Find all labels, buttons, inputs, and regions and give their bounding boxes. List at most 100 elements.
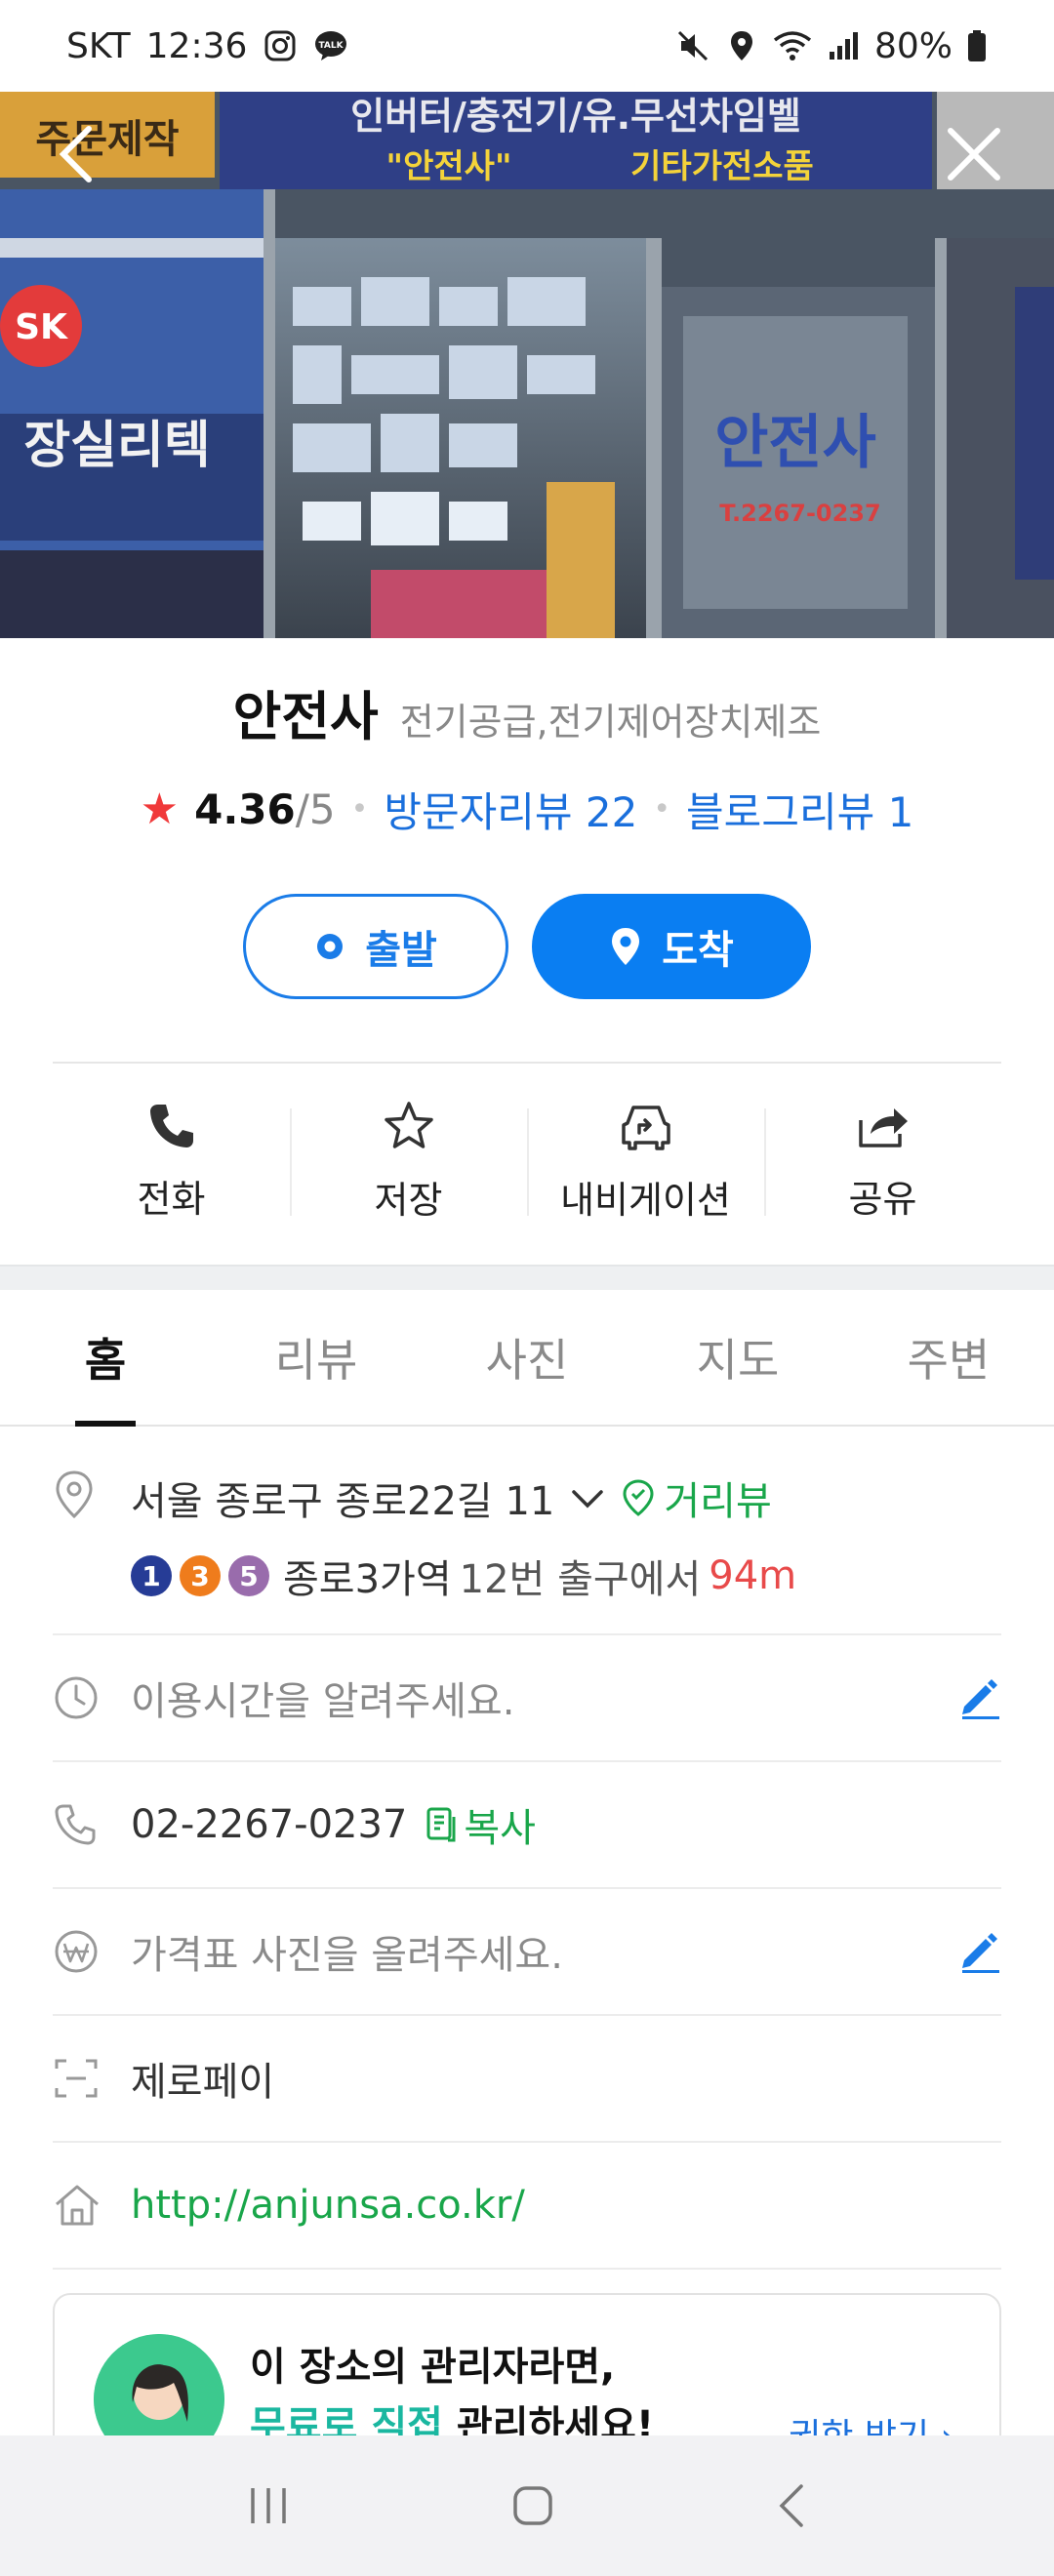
rating-star-icon: ★ xyxy=(140,785,180,834)
share-action[interactable]: 공유 xyxy=(764,1064,1001,1259)
hours-row[interactable]: 이용시간을 알려주세요. xyxy=(53,1635,1001,1762)
separator-dot: • xyxy=(350,792,369,826)
phone-icon xyxy=(149,1104,193,1147)
home-button-icon[interactable] xyxy=(509,2482,556,2529)
navigation-label: 내비게이션 xyxy=(560,1178,731,1222)
save-action[interactable]: 저장 xyxy=(290,1064,527,1259)
sign-top: 인버터/충전기/유.무선차임벨 xyxy=(350,95,801,138)
action-row: 전화 저장 내비게이션 공유 xyxy=(53,1064,1001,1259)
place-info: 서울 종로구 종로22길 11 거리뷰 1 3 5 종로3가역 12번 출구에서… xyxy=(53,1429,1001,2270)
visitor-reviews-link[interactable]: 방문자리뷰 22 xyxy=(384,780,637,839)
close-icon xyxy=(948,128,1000,181)
tab-bar: 홈 리뷰 사진 지도 주변 xyxy=(0,1290,1054,1427)
price-placeholder: 가격표 사진을 올려주세요. xyxy=(131,1933,563,1978)
owner-card-line1: 이 장소의 관리자라면, xyxy=(250,2345,616,2390)
street-view-link[interactable]: 거리뷰 xyxy=(621,1469,772,1526)
call-action[interactable]: 전화 xyxy=(53,1064,290,1259)
share-label: 공유 xyxy=(848,1177,917,1221)
zeropay-row: 제로페이 xyxy=(53,2016,1001,2143)
chevron-left-icon xyxy=(59,126,92,182)
phone-outline-icon xyxy=(55,1804,96,1845)
mute-icon xyxy=(677,30,709,61)
subway-line-5-badge: 5 xyxy=(228,1555,269,1596)
place-header: 안전사 전기공급,전기제어장치제조 ★ 4.36/5 • 방문자리뷰 22 • … xyxy=(0,673,1054,839)
station-name: 종로3가역 xyxy=(283,1557,452,1602)
subway-info: 1 3 5 종로3가역 12번 출구에서 94m xyxy=(131,1548,1001,1604)
depart-button[interactable]: 출발 xyxy=(243,894,508,999)
origin-dot-icon xyxy=(317,934,344,959)
tab-photos[interactable]: 사진 xyxy=(422,1290,632,1425)
status-bar: SKT 12:36 TALK 80% xyxy=(0,0,1054,92)
signal-icon xyxy=(829,32,858,60)
navigation-icon xyxy=(621,1105,670,1150)
recent-apps-icon[interactable] xyxy=(245,2484,292,2527)
place-photo[interactable]: 주문제작 인버터/충전기/유.무선차임벨 "안전사" 기타가전소품 SK 장실리… xyxy=(0,92,1054,638)
star-icon xyxy=(384,1101,433,1148)
phone-number[interactable]: 02-2267-0237 xyxy=(131,1802,407,1847)
back-button[interactable] xyxy=(39,115,117,193)
station-exit: 12번 출구에서 xyxy=(459,1557,702,1602)
address-text[interactable]: 서울 종로구 종로22길 11 xyxy=(131,1469,554,1526)
sign-top-3: 기타가전소품 xyxy=(630,147,814,186)
clock: 12:36 xyxy=(145,25,248,66)
rating-value: 4.36 xyxy=(194,785,296,833)
subway-line-3-badge: 3 xyxy=(180,1555,221,1596)
clock-icon xyxy=(55,1676,98,1719)
zeropay-label: 제로페이 xyxy=(131,2060,275,2105)
tab-reviews[interactable]: 리뷰 xyxy=(211,1290,422,1425)
scan-icon xyxy=(55,2059,98,2098)
website-row: http://anjunsa.co.kr/ xyxy=(53,2143,1001,2270)
kakaotalk-icon: TALK xyxy=(315,31,347,60)
instagram-icon xyxy=(264,30,296,61)
tab-map[interactable]: 지도 xyxy=(632,1290,843,1425)
tab-nearby[interactable]: 주변 xyxy=(843,1290,1054,1425)
phone-row: 02-2267-0237 복사 xyxy=(53,1762,1001,1889)
edit-pencil-icon[interactable] xyxy=(956,1929,1001,1974)
blog-reviews-link[interactable]: 블로그리뷰 1 xyxy=(686,780,913,839)
navigation-action[interactable]: 내비게이션 xyxy=(527,1064,764,1259)
won-icon xyxy=(55,1930,98,1973)
section-divider xyxy=(0,1265,1054,1290)
home-icon xyxy=(56,2185,99,2226)
wifi-icon xyxy=(773,31,812,60)
separator-dot: • xyxy=(653,792,671,826)
arrive-button[interactable]: 도착 xyxy=(532,894,811,999)
copy-icon xyxy=(426,1807,456,1842)
place-category: 전기공급,전기제어장치제조 xyxy=(399,701,822,744)
battery-icon xyxy=(968,30,986,61)
back-nav-icon[interactable] xyxy=(774,2482,809,2529)
route-buttons: 출발 도착 xyxy=(0,894,1054,999)
sign-top-2: "안전사" xyxy=(385,147,511,186)
rating-max: /5 xyxy=(295,785,336,833)
copy-phone-button[interactable]: 복사 xyxy=(425,1796,536,1853)
hours-placeholder: 이용시간을 알려주세요. xyxy=(131,1679,515,1724)
street-view-label: 거리뷰 xyxy=(664,1479,772,1524)
save-label: 저장 xyxy=(374,1178,443,1222)
price-row[interactable]: 가격표 사진을 올려주세요. xyxy=(53,1889,1001,2016)
street-view-icon xyxy=(623,1479,654,1516)
svg-text:TALK: TALK xyxy=(319,41,345,51)
edit-pencil-icon[interactable] xyxy=(956,1675,1001,1720)
chevron-down-icon[interactable] xyxy=(568,1484,607,1511)
sign-left-shop: 장실리텍 xyxy=(23,417,210,475)
place-name: 안전사 xyxy=(232,686,379,747)
call-label: 전화 xyxy=(137,1177,206,1221)
depart-label: 출발 xyxy=(365,928,437,973)
address-row: 서울 종로구 종로22길 11 거리뷰 1 3 5 종로3가역 12번 출구에서… xyxy=(53,1429,1001,1635)
carrier-label: SKT xyxy=(66,25,131,66)
battery-percent: 80% xyxy=(873,25,953,66)
website-link[interactable]: http://anjunsa.co.kr/ xyxy=(131,2183,1001,2228)
sign-window-phone: T.2267-0237 xyxy=(719,500,880,527)
tab-home[interactable]: 홈 xyxy=(0,1290,211,1425)
system-nav-bar xyxy=(0,2435,1054,2576)
share-icon xyxy=(858,1107,908,1147)
location-pin-icon xyxy=(56,1470,93,1519)
destination-pin-icon xyxy=(612,928,640,965)
close-button[interactable] xyxy=(935,115,1013,193)
arrive-label: 도착 xyxy=(662,928,734,973)
station-distance: 94m xyxy=(709,1553,797,1598)
sign-window-name: 안전사 xyxy=(714,409,876,477)
subway-line-1-badge: 1 xyxy=(131,1555,172,1596)
storefront-image: 주문제작 인버터/충전기/유.무선차임벨 "안전사" 기타가전소품 SK 장실리… xyxy=(0,92,1054,638)
location-icon xyxy=(730,31,752,60)
